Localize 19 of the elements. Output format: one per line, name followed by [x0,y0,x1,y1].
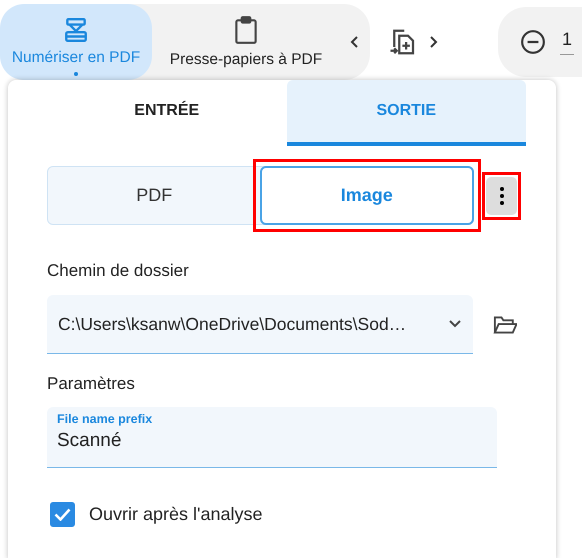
more-options-button[interactable] [486,176,517,214]
clipboard-icon [233,14,259,44]
caret-icon [448,320,460,328]
format-option[interactable]: PDF [48,167,260,224]
folder-icon[interactable] [492,314,517,336]
scanner-icon [63,16,89,42]
checkbox[interactable] [50,502,75,527]
checkmark-icon [54,508,71,521]
zoom-out-icon[interactable] [520,28,546,54]
vertical-dots-icon [500,186,504,204]
checkbox-label: Ouvrir après l'analyse [89,504,263,525]
settings-heading: Paramètres [47,374,136,394]
zoom-value[interactable]: 1 [560,28,574,54]
folder-path-dropdown[interactable]: C:\Users\ksanw\OneDrive\Documents\Sod… [47,295,472,354]
mode-tab[interactable]: Presse-papiers à PDF [152,4,340,80]
format-option[interactable]: Image [260,166,474,225]
panel-tab[interactable]: ENTRÉE [47,80,286,146]
file-name-prefix-field[interactable]: File name prefix Scanné [47,407,497,468]
folder-path-label: Chemin de dossier [47,261,190,281]
